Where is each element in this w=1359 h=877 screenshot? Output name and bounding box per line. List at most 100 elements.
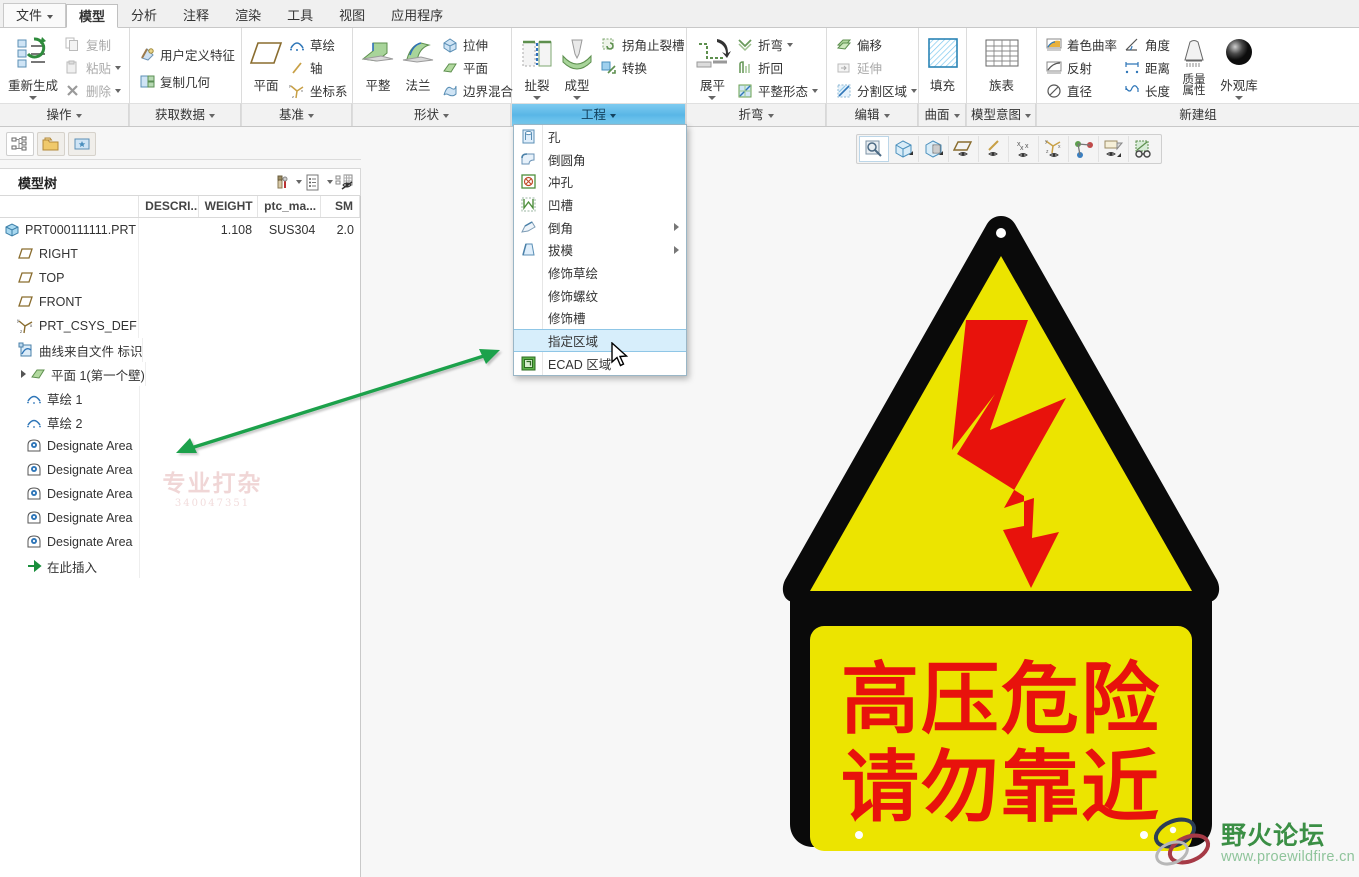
- offset-button[interactable]: 偏移: [832, 33, 920, 56]
- shape-group-title[interactable]: 形状: [353, 103, 511, 126]
- paste-button[interactable]: 粘贴: [61, 56, 124, 79]
- column-header-name[interactable]: [0, 196, 140, 217]
- extend-button[interactable]: 延伸: [832, 56, 920, 79]
- menu-item-hole[interactable]: 孔: [514, 125, 686, 148]
- tab-applications[interactable]: 应用程序: [378, 3, 456, 27]
- table-row[interactable]: TOP: [0, 266, 360, 290]
- get-data-group-title[interactable]: 获取数据: [130, 103, 241, 126]
- menu-item-ecad-area[interactable]: ECAD 区域: [514, 352, 686, 375]
- table-row[interactable]: PRT000111111.PRT 1.108 SUS304 2.0: [0, 218, 360, 242]
- tree-item-name-cell[interactable]: Designate Area: [0, 434, 140, 458]
- chevron-down-icon[interactable]: [327, 180, 333, 184]
- table-row[interactable]: FRONT: [0, 290, 360, 314]
- table-row[interactable]: 草绘 1: [0, 386, 360, 410]
- table-row[interactable]: Designate Area: [0, 482, 360, 506]
- menu-item-item[interactable]: 修饰槽: [514, 307, 686, 330]
- corner-relief-button[interactable]: 拐角止裂槽: [597, 33, 688, 56]
- plane-display-button[interactable]: [949, 136, 979, 162]
- axis-button[interactable]: 轴: [285, 56, 351, 79]
- axis-display-button[interactable]: [979, 136, 1009, 162]
- menu-item-notch[interactable]: 凹槽: [514, 193, 686, 216]
- unbend-button[interactable]: 展平: [692, 32, 733, 102]
- menu-item-chamfer[interactable]: 倒角: [514, 216, 686, 239]
- favorites-tab[interactable]: [68, 131, 96, 156]
- model-tree-tab[interactable]: [6, 131, 34, 156]
- tab-file[interactable]: 文件: [3, 3, 67, 27]
- tree-item-name-cell[interactable]: 草绘 2: [0, 410, 140, 434]
- form-button[interactable]: 成型: [557, 32, 597, 102]
- saved-views-button[interactable]: [919, 136, 949, 162]
- reflection-button[interactable]: 反射: [1042, 56, 1120, 79]
- engineering-group-title[interactable]: 工程: [512, 103, 686, 126]
- table-row[interactable]: RIGHT: [0, 242, 360, 266]
- spin-center-button[interactable]: [1129, 136, 1159, 162]
- csys-display-button[interactable]: yxz: [1039, 136, 1069, 162]
- menu-item-item[interactable]: 修饰螺纹: [514, 284, 686, 307]
- surface-group-title[interactable]: 曲面: [919, 103, 966, 126]
- tree-item-name-cell[interactable]: 在此插入: [0, 554, 140, 578]
- tree-item-name-cell[interactable]: y x z PRT_CSYS_DEF: [0, 314, 140, 338]
- column-header-sm[interactable]: SM: [321, 196, 360, 217]
- table-row[interactable]: Designate Area: [0, 458, 360, 482]
- graphics-viewport[interactable]: xxx yxz 高压危险 请勿靠近 野火论坛 www.proewildfire.…: [362, 128, 1359, 877]
- tab-view[interactable]: 视图: [326, 3, 378, 27]
- tree-item-name-cell[interactable]: Designate Area: [0, 530, 140, 554]
- planar-wall-button[interactable]: 平整: [358, 32, 398, 96]
- new-group-group-title[interactable]: 新建组: [1037, 103, 1359, 126]
- flat-state-button[interactable]: 平整形态: [733, 79, 821, 102]
- column-header-weight[interactable]: WEIGHT: [199, 196, 259, 217]
- rip-button[interactable]: 扯裂: [517, 32, 557, 102]
- edit-group-title[interactable]: 编辑: [827, 103, 918, 126]
- engineering-dropdown-menu[interactable]: 孔倒圆角 冲孔 凹槽 倒角 拔模 修饰草绘 修饰螺纹 修饰槽 指定区域 ECAD 区域: [513, 124, 687, 376]
- tree-item-name-cell[interactable]: Designate Area: [0, 482, 140, 506]
- table-row[interactable]: 在此插入: [0, 554, 360, 578]
- menu-item-draft[interactable]: 拔模: [514, 238, 686, 261]
- tree-item-name-cell[interactable]: 曲线来自文件 标识: [0, 338, 144, 362]
- distance-button[interactable]: 距离: [1120, 56, 1173, 79]
- model-tree-panel[interactable]: DESCRI... WEIGHT ptc_ma... SM PRT0001111…: [0, 196, 361, 877]
- tree-filter-button[interactable]: [335, 171, 354, 193]
- datum-plane-button[interactable]: 平面: [247, 32, 285, 96]
- point-display-button[interactable]: xxx: [1009, 136, 1039, 162]
- column-header-material[interactable]: ptc_ma...: [258, 196, 322, 217]
- chevron-down-icon[interactable]: [296, 180, 302, 184]
- tab-annotate[interactable]: 注释: [170, 3, 222, 27]
- flat-button[interactable]: 平面: [438, 56, 516, 79]
- table-row[interactable]: Designate Area: [0, 530, 360, 554]
- table-row[interactable]: 草绘 2: [0, 410, 360, 434]
- family-table-button[interactable]: 族表: [972, 32, 1031, 96]
- convert-button[interactable]: 转换: [597, 56, 688, 79]
- udf-button[interactable]: 用户定义特征: [135, 41, 238, 68]
- tab-render[interactable]: 渲染: [222, 3, 274, 27]
- shaded-curvature-button[interactable]: 着色曲率: [1042, 33, 1120, 56]
- bend-back-button[interactable]: 折回: [733, 56, 821, 79]
- tree-item-name-cell[interactable]: Designate Area: [0, 506, 140, 530]
- high-voltage-danger-sign[interactable]: 高压危险 请勿靠近: [766, 208, 1236, 868]
- menu-item-item[interactable]: 指定区域: [514, 329, 686, 352]
- tree-item-name-cell[interactable]: Designate Area: [0, 458, 140, 482]
- fill-button[interactable]: 填充: [924, 32, 962, 96]
- display-style-button[interactable]: [889, 136, 919, 162]
- annotation-display-button[interactable]: [1069, 136, 1099, 162]
- bend-group-title[interactable]: 折弯: [687, 103, 826, 126]
- operations-group-title[interactable]: 操作: [0, 103, 129, 126]
- tab-analysis[interactable]: 分析: [118, 3, 170, 27]
- copy-geometry-button[interactable]: 复制几何: [135, 68, 238, 95]
- tab-tools[interactable]: 工具: [274, 3, 326, 27]
- boundary-blend-button[interactable]: 边界混合: [438, 79, 516, 102]
- table-row[interactable]: Designate Area: [0, 434, 360, 458]
- coordinate-system-button[interactable]: y x z 坐标系: [285, 79, 351, 102]
- split-area-button[interactable]: 分割区域: [832, 79, 920, 102]
- datum-group-title[interactable]: 基准: [242, 103, 352, 126]
- length-button[interactable]: 长度: [1120, 79, 1173, 102]
- tree-item-name-cell[interactable]: PRT000111111.PRT: [0, 218, 139, 242]
- regenerate-button[interactable]: 重新生成: [5, 32, 61, 102]
- appearance-gallery-button[interactable]: 外观库: [1215, 32, 1263, 102]
- delete-button[interactable]: 删除: [61, 79, 124, 102]
- menu-item-punch[interactable]: 冲孔: [514, 170, 686, 193]
- model-intent-group-title[interactable]: 模型意图: [967, 103, 1036, 126]
- tree-item-name-cell[interactable]: 平面 1(第一个壁): [0, 362, 146, 386]
- tree-item-name-cell[interactable]: RIGHT: [0, 242, 140, 266]
- tree-display-button[interactable]: [304, 171, 321, 193]
- flange-wall-button[interactable]: 法兰: [398, 32, 438, 96]
